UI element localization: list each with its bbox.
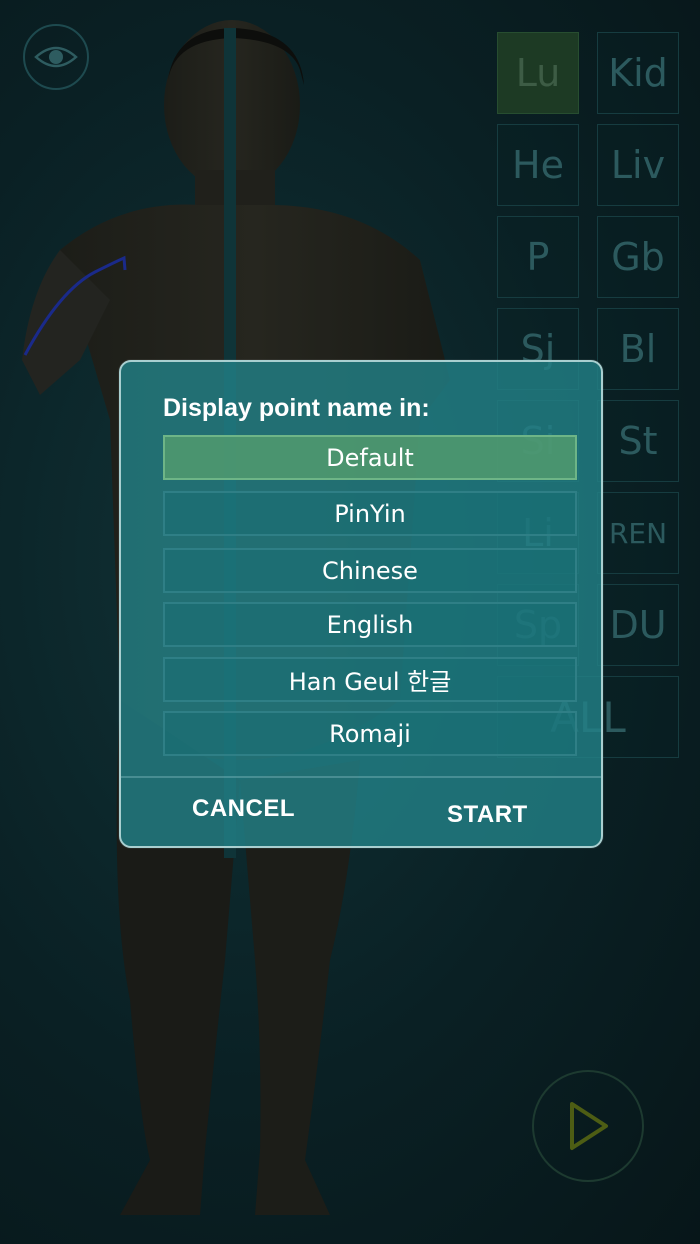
- meridian-du-button[interactable]: DU: [597, 584, 679, 666]
- point-name-language-dialog: Display point name in: Default PinYin Ch…: [119, 360, 603, 848]
- meridian-liv-button[interactable]: Liv: [597, 124, 679, 206]
- meridian-st-button[interactable]: St: [597, 400, 679, 482]
- option-han-geul[interactable]: Han Geul 한글: [163, 657, 577, 702]
- option-label: English: [326, 610, 414, 639]
- meridian-he-button[interactable]: He: [497, 124, 579, 206]
- option-romaji[interactable]: Romaji: [163, 711, 577, 756]
- cancel-button[interactable]: CANCEL: [192, 795, 295, 823]
- option-label: Han Geul 한글: [288, 668, 452, 696]
- meridian-label: Bl: [619, 327, 657, 371]
- meridian-label: Lu: [515, 51, 561, 95]
- option-label: Default: [326, 443, 414, 472]
- dialog-divider: [121, 776, 601, 778]
- option-pinyin[interactable]: PinYin: [163, 491, 577, 536]
- play-icon: [570, 1102, 608, 1150]
- option-default[interactable]: Default: [163, 435, 577, 480]
- meridian-label: Kid: [608, 51, 668, 95]
- meridian-kid-button[interactable]: Kid: [597, 32, 679, 114]
- meridian-label: Liv: [610, 143, 666, 187]
- start-button[interactable]: START: [447, 801, 528, 829]
- meridian-p-button[interactable]: P: [497, 216, 579, 298]
- meridian-label: DU: [609, 603, 667, 647]
- option-chinese[interactable]: Chinese: [163, 548, 577, 593]
- meridian-label: He: [512, 143, 564, 187]
- option-label: PinYin: [334, 499, 406, 528]
- meridian-label: St: [618, 419, 658, 463]
- play-button[interactable]: [532, 1070, 644, 1182]
- meridian-label: P: [526, 235, 550, 279]
- option-english[interactable]: English: [163, 602, 577, 647]
- meridian-gb-button[interactable]: Gb: [597, 216, 679, 298]
- meridian-label: Gb: [611, 235, 665, 279]
- meridian-ren-button[interactable]: REN: [597, 492, 679, 574]
- option-label: Chinese: [322, 556, 418, 585]
- meridian-bl-button[interactable]: Bl: [597, 308, 679, 390]
- dialog-title: Display point name in:: [163, 394, 430, 422]
- meridian-label: REN: [608, 516, 668, 550]
- meridian-lu-button[interactable]: Lu: [497, 32, 579, 114]
- option-label: Romaji: [329, 719, 411, 748]
